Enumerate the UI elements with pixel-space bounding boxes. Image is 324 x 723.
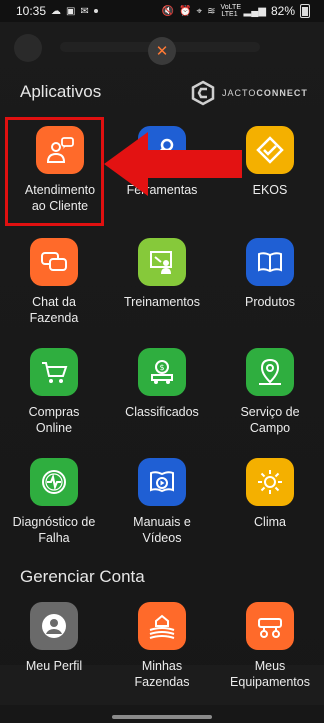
image-icon: ▣	[66, 5, 76, 17]
app-tile-classificados[interactable]: $ Classificados	[108, 348, 216, 420]
cloud-icon: ☁	[51, 5, 62, 17]
app-label: Serviço de Campo	[240, 405, 300, 435]
status-time: 10:35	[16, 4, 47, 18]
battery-icon	[300, 4, 310, 18]
app-label: Chat da Fazenda	[29, 295, 79, 325]
svg-text:$: $	[159, 363, 164, 372]
manual-video-icon	[138, 458, 186, 506]
sun-icon	[246, 458, 294, 506]
close-button[interactable]: ✕	[148, 37, 176, 65]
app-label: Diagnóstico de Falha	[12, 515, 96, 545]
alarm-icon: ⏰	[179, 5, 192, 17]
status-right: 🔇 ⏰ ⌖ ≋ VoLTE LTE1 ▂▄▆ 82%	[162, 4, 310, 18]
highlight-box	[5, 117, 104, 226]
mute-icon: 🔇	[161, 5, 175, 17]
account-tile-meus-equipamentos[interactable]: Meus Equipamentos	[216, 602, 324, 690]
jacto-logo-icon	[191, 80, 215, 106]
home-indicator[interactable]	[112, 715, 212, 719]
section-title-account: Gerenciar Conta	[20, 567, 145, 586]
jacto-connect-logo: JACTOCONNECT	[190, 80, 308, 106]
signal-icon: ▂▄▆	[243, 5, 266, 17]
app-label: Treinamentos	[124, 295, 200, 309]
app-tile-clima[interactable]: Clima	[216, 458, 324, 530]
map-pin-icon	[246, 348, 294, 396]
location-icon: ⌖	[196, 5, 203, 17]
farm-icon	[138, 602, 186, 650]
battery-percent: 82%	[270, 4, 295, 18]
diagnostic-icon	[30, 458, 78, 506]
red-arrow-annotation	[104, 132, 242, 196]
status-bar: 10:35 ☁ ▣ ✉ 🔇 ⏰ ⌖ ≋ VoLTE LTE1 ▂▄▆ 82%	[0, 0, 324, 22]
account-label: Minhas Fazendas	[134, 659, 190, 689]
ekos-icon	[246, 126, 294, 174]
mail-icon: ✉	[80, 5, 89, 17]
account-tile-minhas-fazendas[interactable]: Minhas Fazendas	[108, 602, 216, 690]
status-left: 10:35 ☁ ▣ ✉	[16, 4, 98, 18]
wifi-icon: ≋	[207, 5, 216, 17]
app-label: Clima	[254, 515, 286, 529]
app-label: Classificados	[125, 405, 199, 419]
app-tile-treinamentos[interactable]: Treinamentos	[108, 238, 216, 310]
equipment-icon	[246, 602, 294, 650]
section-title-apps: Aplicativos	[20, 82, 102, 101]
app-label: EKOS	[252, 183, 288, 197]
classifieds-icon: $	[138, 348, 186, 396]
app-tile-servico-campo[interactable]: Serviço de Campo	[216, 348, 324, 436]
app-tile-manuais-videos[interactable]: Manuais e Vídeos	[108, 458, 216, 546]
app-tile-chat-fazenda[interactable]: Chat da Fazenda	[0, 238, 108, 326]
volte-indicator: VoLTE LTE1	[220, 4, 242, 18]
profile-icon	[30, 602, 78, 650]
book-icon	[246, 238, 294, 286]
account-tile-meu-perfil[interactable]: Meu Perfil	[0, 602, 108, 674]
cart-icon	[30, 348, 78, 396]
notification-dot-icon	[93, 9, 98, 13]
app-tile-diagnostico[interactable]: Diagnóstico de Falha	[0, 458, 108, 546]
app-label: Manuais e Vídeos	[133, 515, 191, 545]
app-tile-compras-online[interactable]: Compras Online	[0, 348, 108, 436]
chat-icon	[30, 238, 78, 286]
close-icon: ✕	[155, 43, 169, 60]
app-tile-produtos[interactable]: Produtos	[216, 238, 324, 310]
background-avatar	[14, 34, 42, 62]
account-label: Meus Equipamentos	[230, 659, 310, 689]
app-label: Compras Online	[28, 405, 80, 435]
account-label: Meu Perfil	[25, 659, 83, 673]
logo-text: JACTOCONNECT	[222, 88, 308, 98]
training-icon	[138, 238, 186, 286]
app-label: Produtos	[244, 295, 296, 309]
